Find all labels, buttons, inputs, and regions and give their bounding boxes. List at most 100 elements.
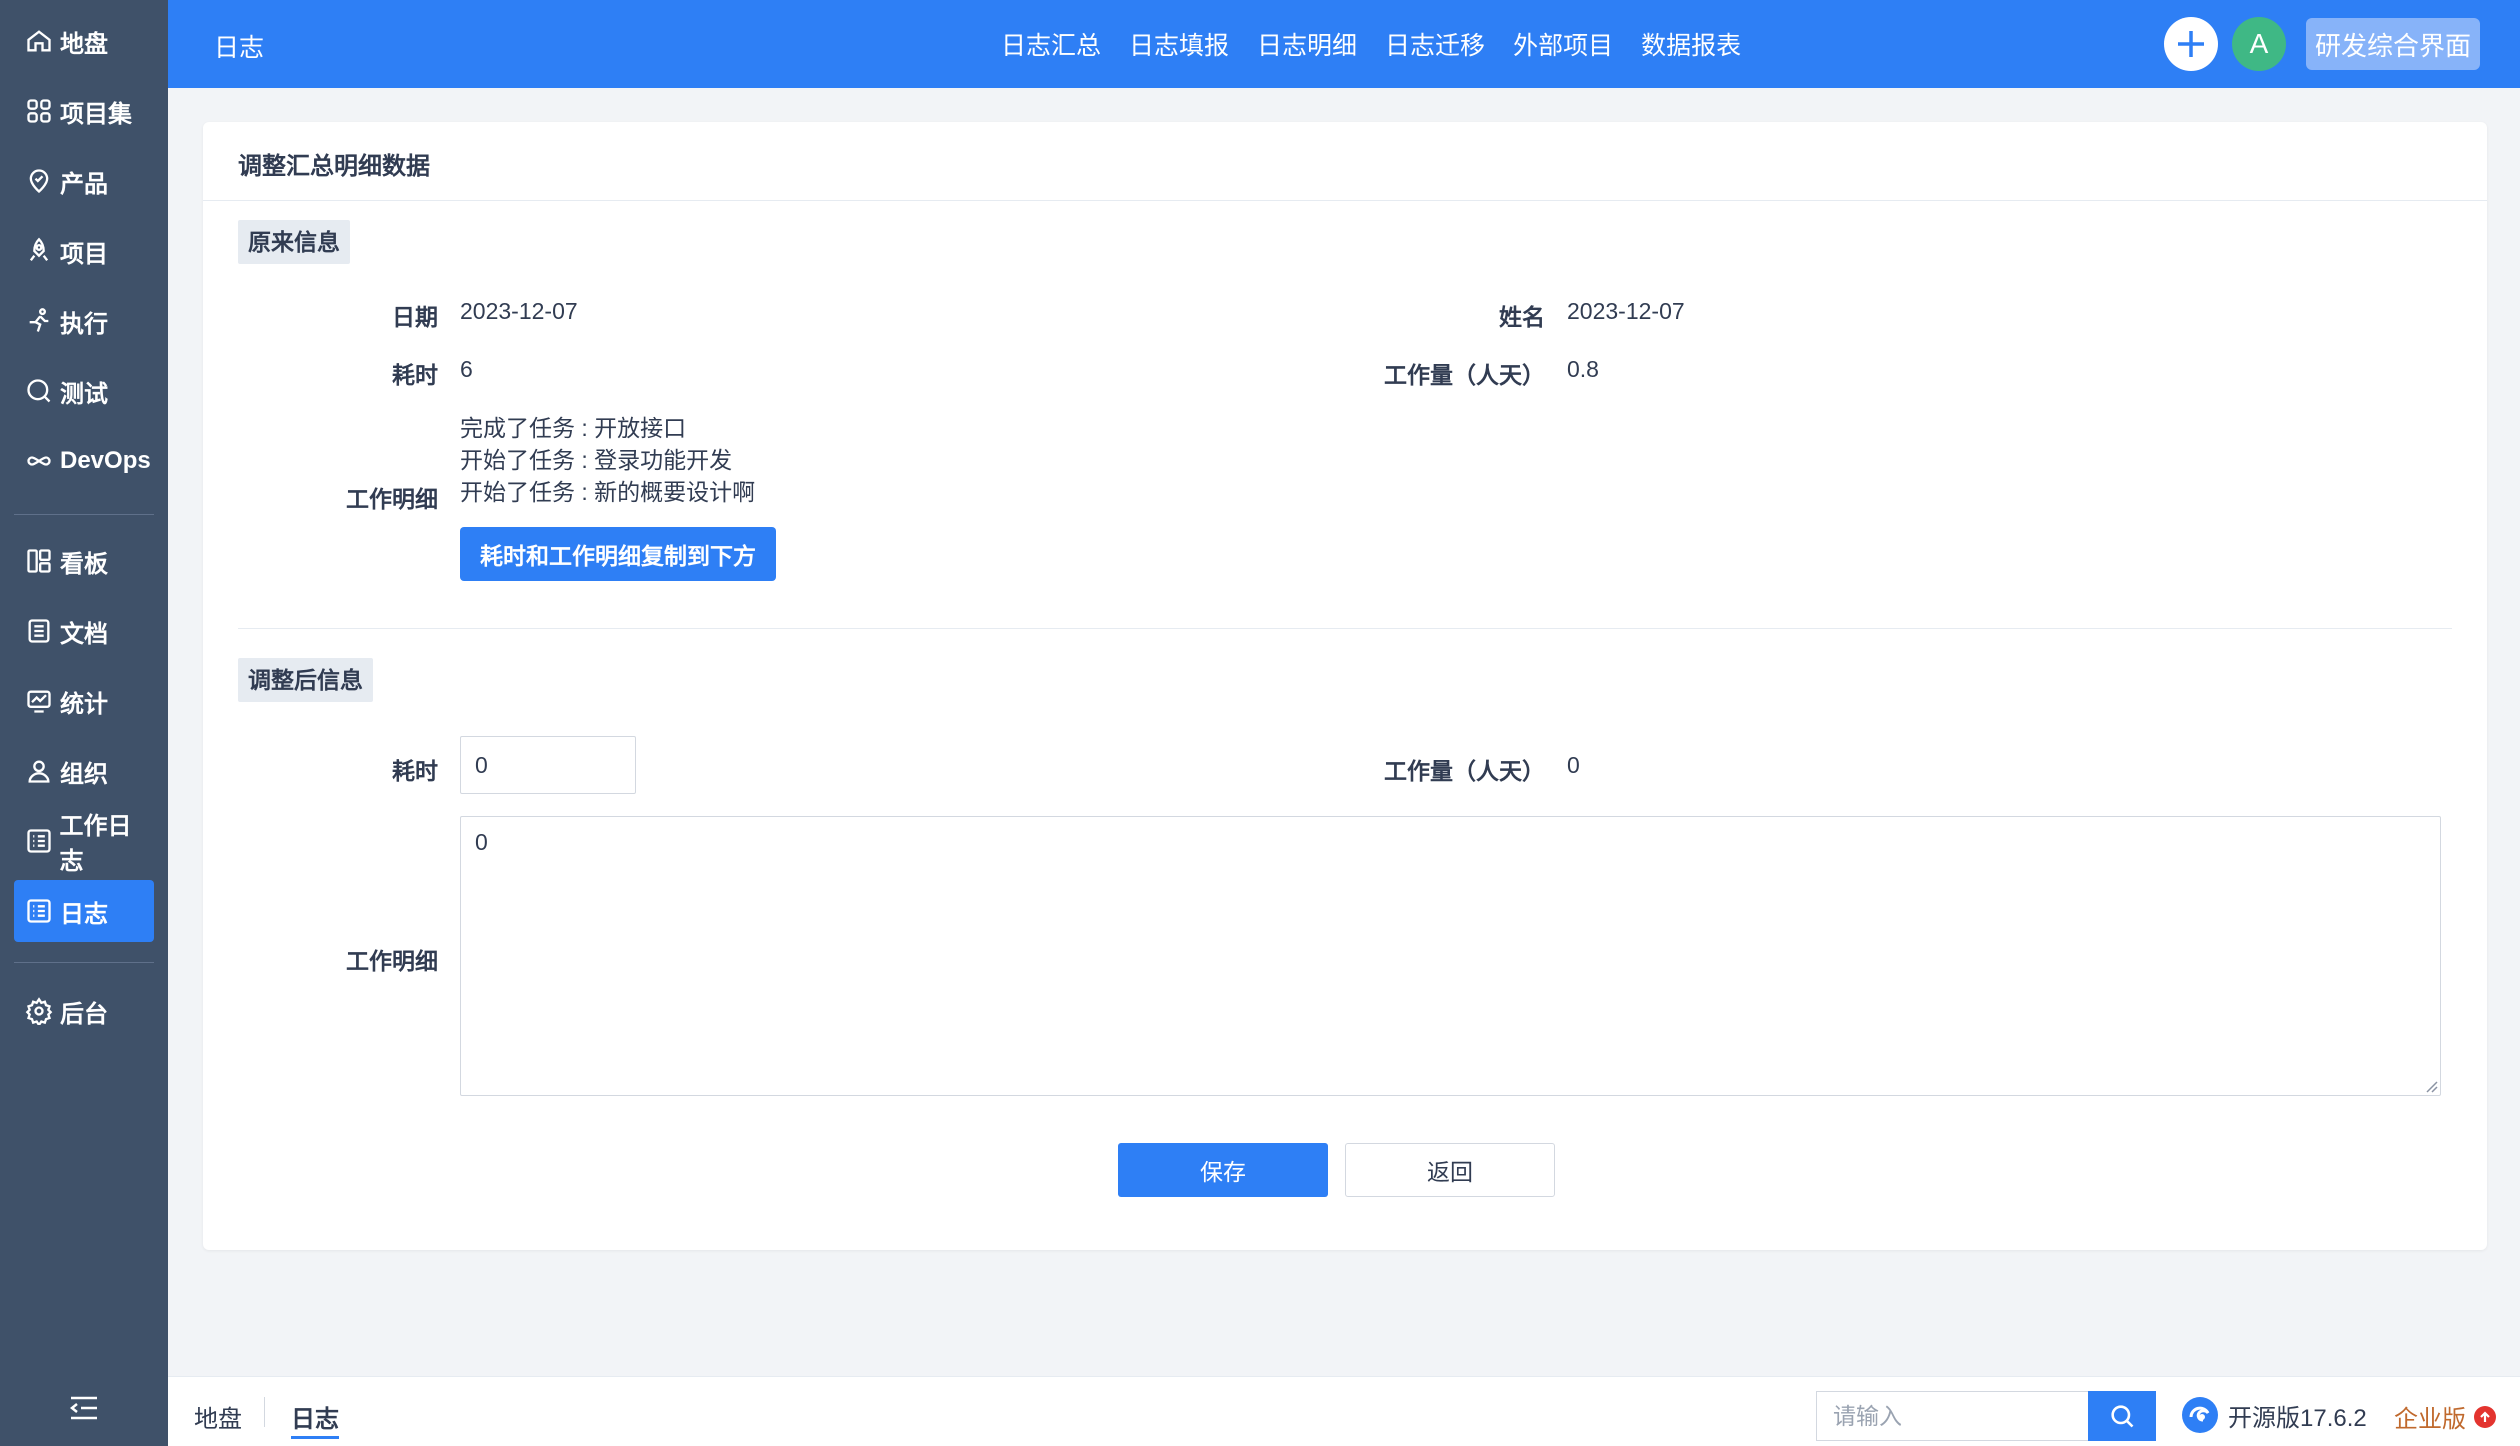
top-header: 日志 日志汇总 日志填报 日志明细 日志迁移 外部项目 数据报表 A 研发综合界… bbox=[168, 0, 2520, 88]
sidebar-item-label: 后台 bbox=[60, 1000, 108, 1028]
sidebar-item-project[interactable]: 项目 bbox=[14, 220, 154, 282]
breadcrumb-log[interactable]: 日志 bbox=[291, 1399, 339, 1439]
breadcrumb-separator bbox=[264, 1397, 265, 1427]
enterprise-label: 企业版 bbox=[2394, 1406, 2466, 1433]
chart-icon bbox=[24, 686, 54, 716]
section-adjusted-label: 调整后信息 bbox=[238, 658, 373, 702]
sidebar-divider bbox=[14, 514, 154, 515]
adjust-form-card: 调整汇总明细数据 原来信息 日期 2023-12-07 姓名 2023-12-0… bbox=[203, 122, 2487, 1250]
sidebar-item-label: 产品 bbox=[60, 170, 108, 198]
collapse-sidebar-icon[interactable] bbox=[66, 1390, 102, 1426]
list-icon bbox=[24, 896, 54, 926]
page-title: 调整汇总明细数据 bbox=[238, 153, 430, 180]
sidebar-item-label: 执行 bbox=[60, 310, 108, 338]
hours-label: 耗时 bbox=[392, 362, 438, 388]
hours-input[interactable]: 0 bbox=[460, 736, 636, 794]
sidebar: 地盘 项目集 产品 项目 执行 测试 DevOps 看板 文档 统计 组织 工作… bbox=[0, 0, 168, 1446]
detail-lines: 完成了任务 : 开放接口 开始了任务 : 登录功能开发 开始了任务 : 新的概要… bbox=[460, 412, 755, 508]
search-icon bbox=[2111, 1405, 2134, 1428]
divider bbox=[203, 200, 2487, 201]
sidebar-item-organization[interactable]: 组织 bbox=[14, 740, 154, 802]
sidebar-item-test[interactable]: 测试 bbox=[14, 360, 154, 422]
user-icon bbox=[24, 756, 54, 786]
edition-label: 开源版17.6.2 bbox=[2228, 1404, 2367, 1432]
kanban-icon bbox=[24, 546, 54, 576]
divider bbox=[238, 628, 2452, 629]
home-icon bbox=[24, 26, 54, 56]
name-label: 姓名 bbox=[1499, 304, 1545, 330]
switch-interface-button[interactable]: 研发综合界面 bbox=[2306, 18, 2480, 70]
adjusted-hours-label: 耗时 bbox=[392, 758, 438, 784]
sidebar-item-execution[interactable]: 执行 bbox=[14, 290, 154, 352]
footer-bar: 地盘 日志 请输入 开源版17.6.2 企业版 bbox=[168, 1376, 2520, 1446]
sidebar-item-label: 看板 bbox=[60, 550, 108, 578]
save-button[interactable]: 保存 bbox=[1118, 1143, 1328, 1197]
sidebar-item-label: 组织 bbox=[60, 760, 108, 788]
tab-log-fill[interactable]: 日志填报 bbox=[1129, 26, 1229, 62]
gear-icon bbox=[24, 996, 54, 1026]
sidebar-item-admin[interactable]: 后台 bbox=[14, 980, 154, 1042]
workload-label: 工作量（人天） bbox=[1384, 362, 1545, 388]
detail-textarea-value: 0 bbox=[475, 829, 488, 855]
header-tabs: 日志汇总 日志填报 日志明细 日志迁移 外部项目 数据报表 bbox=[1001, 26, 1741, 62]
detail-label: 工作明细 bbox=[346, 486, 438, 512]
sidebar-item-program[interactable]: 项目集 bbox=[14, 80, 154, 142]
sidebar-item-label: 文档 bbox=[60, 620, 108, 648]
plus-icon bbox=[2178, 31, 2204, 57]
adjusted-workload-label: 工作量（人天） bbox=[1384, 758, 1545, 784]
zentao-logo-icon bbox=[2182, 1397, 2218, 1433]
sidebar-item-product[interactable]: 产品 bbox=[14, 150, 154, 212]
upgrade-arrow-icon bbox=[2474, 1405, 2496, 1428]
doc-icon bbox=[24, 616, 54, 646]
list-icon bbox=[24, 826, 54, 856]
tab-data-report[interactable]: 数据报表 bbox=[1641, 26, 1741, 62]
avatar[interactable]: A bbox=[2232, 17, 2286, 71]
detail-textarea[interactable]: 0 bbox=[460, 816, 2441, 1096]
rocket-icon bbox=[24, 236, 54, 266]
add-button[interactable] bbox=[2164, 17, 2218, 71]
date-label: 日期 bbox=[392, 304, 438, 330]
workload-value: 0.8 bbox=[1567, 356, 1599, 382]
adjusted-detail-label: 工作明细 bbox=[346, 948, 438, 974]
section-original-label: 原来信息 bbox=[238, 220, 350, 264]
sidebar-divider bbox=[14, 962, 154, 963]
sidebar-item-label: 项目集 bbox=[60, 100, 132, 128]
sidebar-item-kanban[interactable]: 看板 bbox=[14, 530, 154, 592]
sidebar-item-worklog[interactable]: 工作日志 bbox=[14, 810, 154, 875]
sidebar-item-label: 统计 bbox=[60, 690, 108, 718]
search-button[interactable] bbox=[2088, 1391, 2156, 1441]
sidebar-item-statistics[interactable]: 统计 bbox=[14, 670, 154, 732]
detail-line: 开始了任务 : 新的概要设计啊 bbox=[460, 479, 756, 505]
name-value: 2023-12-07 bbox=[1567, 298, 1685, 324]
sidebar-item-label: DevOps bbox=[60, 447, 151, 474]
run-icon bbox=[24, 306, 54, 336]
sidebar-item-label: 测试 bbox=[60, 380, 108, 408]
infinity-icon bbox=[24, 446, 54, 476]
copy-to-below-button[interactable]: 耗时和工作明细复制到下方 bbox=[460, 527, 776, 581]
edition-info[interactable]: 开源版17.6.2 bbox=[2180, 1395, 2367, 1435]
tab-log-detail[interactable]: 日志明细 bbox=[1257, 26, 1357, 62]
date-value: 2023-12-07 bbox=[460, 298, 578, 324]
search-input[interactable]: 请输入 bbox=[1816, 1391, 2088, 1441]
sidebar-item-doc[interactable]: 文档 bbox=[14, 600, 154, 662]
sidebar-item-log[interactable]: 日志 bbox=[14, 880, 154, 942]
resize-handle-icon[interactable] bbox=[2422, 1077, 2438, 1093]
sidebar-item-label: 地盘 bbox=[60, 30, 108, 58]
breadcrumb-dashboard[interactable]: 地盘 bbox=[194, 1399, 242, 1434]
test-icon bbox=[24, 376, 54, 406]
sidebar-item-label: 项目 bbox=[60, 240, 108, 268]
back-button[interactable]: 返回 bbox=[1345, 1143, 1555, 1197]
detail-line: 开始了任务 : 登录功能开发 bbox=[460, 447, 733, 473]
enterprise-edition-link[interactable]: 企业版 bbox=[2394, 1399, 2496, 1434]
tab-log-summary[interactable]: 日志汇总 bbox=[1001, 26, 1101, 62]
grid-icon bbox=[24, 96, 54, 126]
detail-line: 完成了任务 : 开放接口 bbox=[460, 415, 687, 441]
adjusted-workload-value: 0 bbox=[1567, 752, 1580, 778]
tab-external-project[interactable]: 外部项目 bbox=[1513, 26, 1613, 62]
sidebar-item-dashboard[interactable]: 地盘 bbox=[14, 10, 154, 72]
sidebar-item-label: 工作日志 bbox=[59, 813, 132, 875]
product-icon bbox=[24, 166, 54, 196]
tab-log-migrate[interactable]: 日志迁移 bbox=[1385, 26, 1485, 62]
sidebar-item-devops[interactable]: DevOps bbox=[14, 430, 154, 492]
app-title: 日志 bbox=[214, 34, 265, 62]
